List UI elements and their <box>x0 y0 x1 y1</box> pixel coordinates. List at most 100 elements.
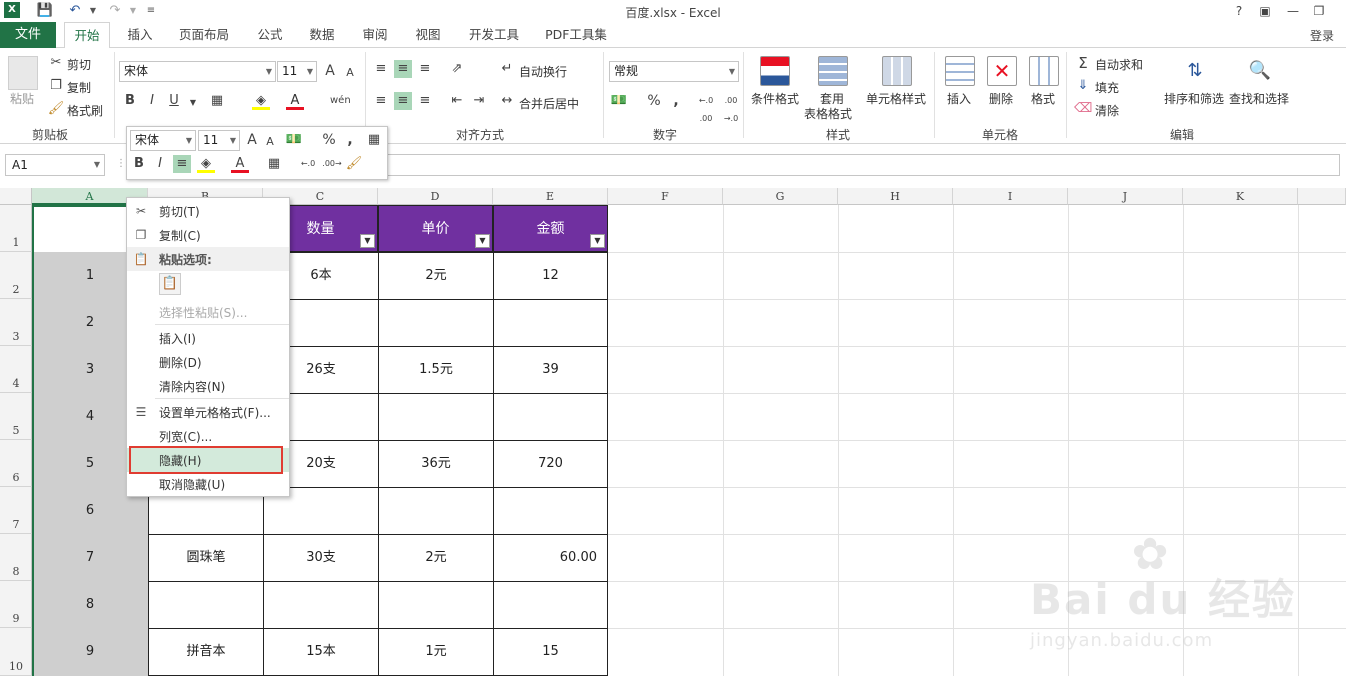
cell-d9[interactable] <box>378 581 494 629</box>
align-top-icon[interactable]: ≡ <box>372 60 390 78</box>
align-right-icon[interactable]: ≡ <box>416 92 434 110</box>
paste-option-icon[interactable]: 📋 <box>159 273 181 295</box>
format-as-table-label[interactable]: 表格格式 <box>804 105 852 122</box>
row-header-6[interactable]: 6 <box>0 440 32 487</box>
tab-formulas[interactable]: 公式 <box>250 22 290 48</box>
delete-cells-button[interactable]: 删除 <box>989 90 1013 107</box>
tab-home[interactable]: 开始 <box>64 22 110 49</box>
row-header-7[interactable]: 7 <box>0 487 32 534</box>
row-header-2[interactable]: 2 <box>0 252 32 299</box>
copy-icon[interactable]: ❐ <box>47 77 65 95</box>
menu-item-cut[interactable]: ✂ 剪切(T) <box>127 199 289 223</box>
cell-d5[interactable] <box>378 393 494 441</box>
sort-filter-button[interactable]: 排序和筛选 <box>1164 90 1224 107</box>
tab-file[interactable]: 文件 <box>0 22 56 48</box>
underline-dropdown-icon[interactable]: ▼ <box>184 94 202 112</box>
cell-e7[interactable] <box>493 487 608 535</box>
cell-a8[interactable]: 7 <box>32 534 148 581</box>
minimize-icon[interactable]: — <box>1282 2 1304 20</box>
fill-color-icon[interactable]: ◈ <box>252 92 270 110</box>
column-header-l[interactable] <box>1298 188 1346 205</box>
mini-percent-button[interactable]: % <box>320 131 338 149</box>
cell-styles-button[interactable]: 单元格样式 <box>866 90 926 107</box>
shrink-font-icon[interactable]: A <box>341 64 359 82</box>
mini-table-icon[interactable]: ▦ <box>365 131 383 149</box>
cell-d3[interactable] <box>378 299 494 347</box>
menu-item-copy[interactable]: ❐ 复制(C) <box>127 223 289 247</box>
column-header-i[interactable]: I <box>953 188 1068 205</box>
column-header-h[interactable]: H <box>838 188 953 205</box>
cell-e3[interactable] <box>493 299 608 347</box>
orientation-icon[interactable]: ⇗ <box>448 60 466 78</box>
autosum-icon[interactable]: Σ <box>1074 54 1092 72</box>
filter-dropdown-icon[interactable]: ▼ <box>475 234 490 248</box>
row-header-4[interactable]: 4 <box>0 346 32 393</box>
restore-icon[interactable]: ❐ <box>1308 2 1330 20</box>
align-center-icon[interactable]: ≡ <box>394 92 412 110</box>
login-link[interactable]: 登录 <box>1310 27 1334 44</box>
wrap-text-icon[interactable]: ↵ <box>498 60 516 78</box>
cell-c8[interactable]: 30支 <box>263 534 379 582</box>
cell-d4[interactable]: 1.5元 <box>378 346 494 394</box>
mini-center-icon[interactable]: ≡ <box>173 155 191 173</box>
cell-b8[interactable]: 圆珠笔 <box>148 534 264 582</box>
number-format-select[interactable]: 常规 ▼ <box>609 61 739 82</box>
mini-decrease-decimal-icon[interactable]: .00→ <box>321 155 343 173</box>
column-header-f[interactable]: F <box>608 188 723 205</box>
menu-item-clear-contents[interactable]: 清除内容(N) <box>127 374 289 398</box>
cell-b9[interactable] <box>148 581 264 629</box>
decrease-decimal-button[interactable]: .00 →.0 <box>720 92 742 123</box>
conditional-format-button[interactable]: 条件格式 <box>751 90 799 107</box>
column-header-g[interactable]: G <box>723 188 838 205</box>
mini-grow-font-icon[interactable]: A <box>243 131 261 149</box>
underline-button[interactable]: U <box>165 92 183 110</box>
cell-c9[interactable] <box>263 581 379 629</box>
font-color-icon[interactable]: A <box>286 92 304 110</box>
fill-button[interactable]: 填充 <box>1095 79 1119 96</box>
menu-item-format-cells[interactable]: ☰ 设置单元格格式(F)... <box>127 400 289 424</box>
autosum-button[interactable]: 自动求和 <box>1095 56 1143 73</box>
cell-d10[interactable]: 1元 <box>378 628 494 676</box>
cell-e9[interactable] <box>493 581 608 629</box>
copy-button[interactable]: 复制 <box>67 79 91 96</box>
mini-fill-color-icon[interactable]: ◈ <box>197 155 215 173</box>
fill-icon[interactable]: ⇓ <box>1074 77 1092 95</box>
cut-icon[interactable]: ✂ <box>47 54 65 72</box>
bold-button[interactable]: B <box>121 92 139 110</box>
mini-increase-decimal-icon[interactable]: ←.0 <box>297 155 319 173</box>
cell-styles-icon[interactable] <box>882 56 912 86</box>
cell-c10[interactable]: 15本 <box>263 628 379 676</box>
column-header-k[interactable]: K <box>1183 188 1298 205</box>
find-select-button[interactable]: 查找和选择 <box>1229 90 1289 107</box>
increase-decimal-button[interactable]: ←.0 .00 <box>695 92 717 123</box>
border-icon[interactable]: ▦ <box>208 92 226 110</box>
format-as-table-icon[interactable] <box>818 56 848 86</box>
row-header-1[interactable]: 1 <box>0 205 32 252</box>
cell-d2[interactable]: 2元 <box>378 252 494 300</box>
cell-d6[interactable]: 36元 <box>378 440 494 488</box>
cell-e10[interactable]: 15 <box>493 628 608 676</box>
merge-center-button[interactable]: 合并后居中 <box>519 95 579 112</box>
percent-button[interactable]: % <box>645 92 663 110</box>
italic-button[interactable]: I <box>143 92 161 110</box>
paste-button[interactable]: 粘贴 <box>10 90 34 107</box>
find-select-icon[interactable]: 🔍 <box>1245 56 1275 86</box>
format-painter-icon[interactable]: 🖌 <box>47 100 65 118</box>
align-left-icon[interactable]: ≡ <box>372 92 390 110</box>
conditional-format-icon[interactable] <box>760 56 790 86</box>
tab-pdf-tools[interactable]: PDF工具集 <box>540 22 612 48</box>
cell-e4[interactable]: 39 <box>493 346 608 394</box>
clear-button[interactable]: 清除 <box>1095 102 1119 119</box>
filter-dropdown-icon[interactable]: ▼ <box>590 234 605 248</box>
mini-size-select[interactable]: 11 ▼ <box>198 130 240 151</box>
menu-item-unhide[interactable]: 取消隐藏(U) <box>127 472 289 496</box>
name-box[interactable]: A1 ▼ <box>5 154 105 176</box>
cell-b10[interactable]: 拼音本 <box>148 628 264 676</box>
cell-e8[interactable]: 60.00 <box>493 534 608 582</box>
cut-button[interactable]: 剪切 <box>67 56 91 73</box>
row-header-5[interactable]: 5 <box>0 393 32 440</box>
mini-bold-button[interactable]: B <box>130 155 148 173</box>
menu-item-column-width[interactable]: 列宽(C)... <box>127 424 289 448</box>
tab-page-layout[interactable]: 页面布局 <box>172 22 236 48</box>
mini-font-select[interactable]: 宋体 ▼ <box>130 130 196 151</box>
